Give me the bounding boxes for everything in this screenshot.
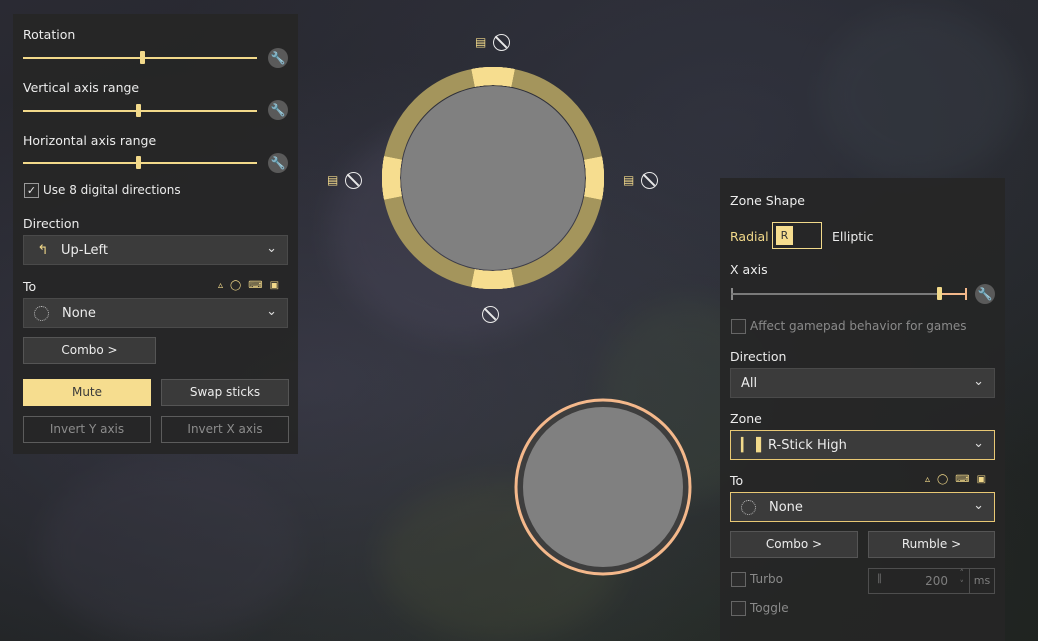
keyboard-icon[interactable]: ⌨: [248, 280, 262, 291]
swap-sticks-button[interactable]: Swap sticks: [161, 379, 289, 406]
playstation-icon[interactable]: ▵: [925, 474, 930, 485]
console-icon[interactable]: ▣: [270, 280, 279, 291]
up-left-arrow-icon: ↰: [37, 242, 49, 258]
console-icon[interactable]: ▣: [977, 474, 986, 485]
x-axis-slider-track[interactable]: [731, 293, 967, 295]
zone-dropdown[interactable]: ▎▐ R-Stick High ⌄: [730, 430, 995, 460]
x-axis-max-marker: [965, 288, 967, 300]
vertical-axis-range-label: Vertical axis range: [23, 80, 140, 95]
playstation-icon[interactable]: ▵: [218, 280, 223, 291]
combo-button[interactable]: Combo >: [23, 337, 156, 364]
use-8-digital-directions-checkbox[interactable]: ✓: [24, 183, 39, 198]
turbo-interval-field[interactable]: ‖ 200 ˄ ˅ ms: [868, 568, 995, 594]
x-axis-label: X axis: [730, 262, 768, 277]
elliptic-option[interactable]: Elliptic: [832, 229, 874, 244]
background-decoration: [820, 10, 1020, 180]
combo-button[interactable]: Combo >: [730, 531, 858, 558]
chevron-down-icon: ⌄: [266, 304, 277, 319]
forbidden-icon[interactable]: [345, 172, 362, 189]
mute-button[interactable]: Mute: [23, 379, 151, 406]
direction-label: Direction: [730, 349, 787, 364]
chevron-down-icon: ⌄: [973, 436, 984, 451]
keyboard-icon[interactable]: ⌨: [955, 474, 969, 485]
to-value: None: [769, 499, 803, 515]
left-stick-settings-panel: Rotation 🔧 Vertical axis range 🔧 Horizon…: [13, 14, 298, 454]
direction-value: Up-Left: [61, 242, 108, 258]
zone-label: Zone: [730, 411, 762, 426]
turbo-checkbox[interactable]: [731, 572, 746, 587]
wrench-icon[interactable]: 🔧: [268, 153, 288, 173]
invert-y-axis-button[interactable]: Invert Y axis: [23, 416, 151, 443]
wrench-icon[interactable]: 🔧: [268, 100, 288, 120]
invert-x-axis-button[interactable]: Invert X axis: [161, 416, 289, 443]
to-label: To: [23, 279, 37, 294]
zone-settings-panel: Zone Shape Radial R Elliptic X axis 🔧 Af…: [720, 178, 1005, 641]
mapping-type-icons: ▵ ◯ ⌨ ▣: [218, 280, 279, 291]
to-dropdown[interactable]: None ⌄: [730, 492, 995, 522]
horizontal-slider-thumb[interactable]: [135, 156, 141, 169]
zone-shape-label: Zone Shape: [730, 193, 805, 208]
left-stick-center[interactable]: [401, 86, 585, 270]
to-value: None: [62, 305, 96, 321]
right-stick-zone-diagram: [514, 398, 692, 576]
left-stick-zone-diagram: [382, 67, 604, 289]
background-decoration: [40, 460, 300, 640]
chevron-down-icon: ⌄: [973, 498, 984, 513]
ms-unit-label: ms: [969, 569, 994, 593]
radial-option[interactable]: Radial: [730, 229, 769, 244]
forbidden-icon[interactable]: [641, 172, 658, 189]
affect-gamepad-checkbox[interactable]: [731, 319, 746, 334]
toggle-label: Toggle: [750, 601, 789, 615]
direction-dropdown[interactable]: ↰ Up-Left ⌄: [23, 235, 288, 265]
zone-value: R-Stick High: [768, 437, 847, 453]
direction-dropdown[interactable]: All ⌄: [730, 368, 995, 398]
chevron-down-icon: ⌄: [266, 241, 277, 256]
signal-bars-icon: ▎▐: [741, 437, 761, 453]
shape-toggle-knob[interactable]: R: [776, 226, 793, 245]
turbo-interval-stepper[interactable]: ˄ ˅: [960, 569, 965, 591]
wrench-icon[interactable]: 🔧: [975, 284, 995, 304]
vertical-slider-thumb[interactable]: [135, 104, 141, 117]
x-axis-slider-thumb[interactable]: [936, 287, 942, 300]
mouse-icon[interactable]: ◯: [937, 474, 948, 485]
turbo-interval-icon: ‖: [877, 573, 882, 584]
affect-gamepad-label: Affect gamepad behavior for games: [750, 319, 967, 333]
rumble-button[interactable]: Rumble >: [868, 531, 995, 558]
mapping-type-icons: ▵ ◯ ⌨ ▣: [925, 474, 986, 485]
horizontal-axis-range-label: Horizontal axis range: [23, 133, 157, 148]
script-icon[interactable]: ▤: [327, 173, 341, 187]
toggle-checkbox[interactable]: [731, 601, 746, 616]
turbo-label: Turbo: [750, 572, 784, 586]
wrench-icon[interactable]: 🔧: [268, 48, 288, 68]
zone-shape-toggle[interactable]: R: [772, 222, 822, 249]
to-dropdown[interactable]: None ⌄: [23, 298, 288, 328]
script-icon[interactable]: ▤: [475, 35, 489, 49]
direction-value: All: [741, 375, 758, 391]
direction-label: Direction: [23, 216, 80, 231]
x-axis-slider-fill: [938, 293, 967, 295]
mouse-icon[interactable]: ◯: [230, 280, 241, 291]
chevron-down-icon: ⌄: [973, 374, 984, 389]
to-label: To: [730, 473, 744, 488]
rotation-slider-thumb[interactable]: [140, 51, 146, 64]
none-icon: [34, 305, 49, 321]
right-stick-center[interactable]: [523, 407, 683, 567]
none-icon: [741, 499, 756, 515]
forbidden-icon[interactable]: [482, 306, 499, 323]
turbo-interval-value[interactable]: 200: [925, 574, 948, 588]
forbidden-icon[interactable]: [493, 34, 510, 51]
rotation-label: Rotation: [23, 27, 76, 42]
script-icon[interactable]: ▤: [623, 173, 637, 187]
use-8-digital-directions-label: Use 8 digital directions: [43, 183, 181, 197]
